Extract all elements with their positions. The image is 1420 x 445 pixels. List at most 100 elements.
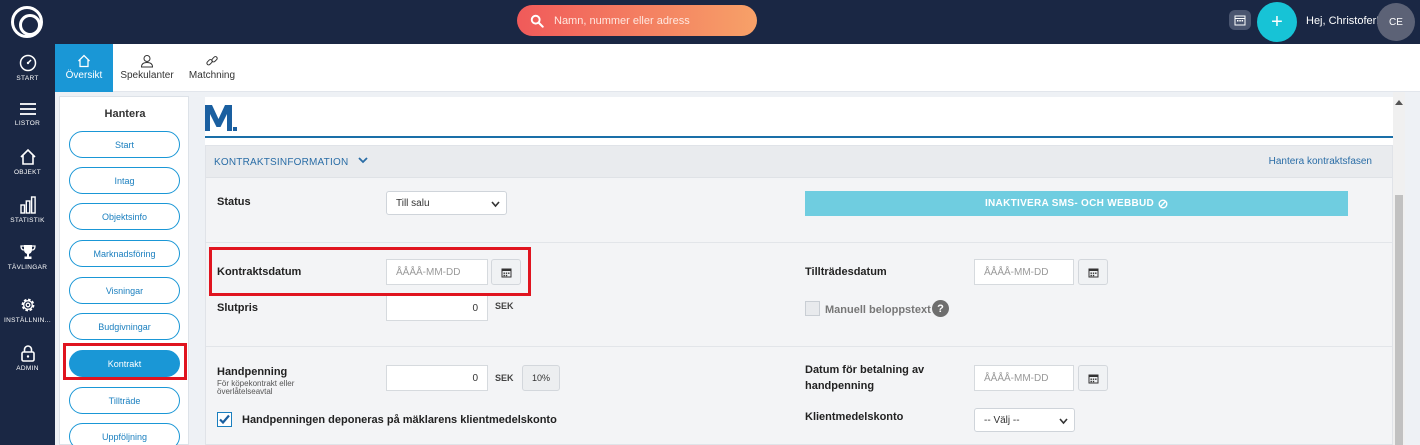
section-header[interactable]: KONTRAKTSINFORMATION Hantera kontraktsfa… xyxy=(206,146,1392,178)
manage-item-start[interactable]: Start xyxy=(69,131,180,158)
nav-label: INSTÄLLNIN... xyxy=(4,317,51,324)
manuell-beloppstext-label: Manuell beloppstext xyxy=(825,304,931,316)
help-icon[interactable]: ? xyxy=(932,300,949,317)
handpenning-value: 0 xyxy=(472,372,478,384)
search-box[interactable] xyxy=(517,5,757,36)
datum-betalning-label-2: handpenning xyxy=(805,380,875,392)
datum-betalning-input[interactable]: ÅÅÅÅ-MM-DD xyxy=(974,365,1074,391)
currency-label: SEK xyxy=(495,301,514,311)
row-divider xyxy=(206,242,1392,243)
brand-divider xyxy=(205,136,1393,138)
tab-bar: Översikt Spekulanter Matchning xyxy=(55,44,1420,92)
brand-logo xyxy=(205,105,237,131)
nav-label: TÄVLINGAR xyxy=(7,264,48,271)
klientmedelskonto-value: -- Välj -- xyxy=(984,414,1020,426)
manage-title: Hantera xyxy=(104,108,146,120)
chevron-down-icon xyxy=(491,201,500,208)
manage-item-intag[interactable]: Intag xyxy=(69,167,180,194)
nav-item-objekt[interactable]: OBJEKT xyxy=(0,148,55,176)
currency-label: SEK xyxy=(495,373,514,383)
nav-label: LISTOR xyxy=(14,120,41,127)
manage-item-marknadsforing[interactable]: Marknadsföring xyxy=(69,240,180,267)
manage-item-objektsinfo[interactable]: Objektsinfo xyxy=(69,203,180,230)
calendar-icon xyxy=(1088,374,1098,383)
klientmedelskonto-select[interactable]: -- Välj -- xyxy=(974,408,1075,432)
gear-icon xyxy=(21,298,34,312)
tab-oversikt[interactable]: Översikt xyxy=(55,44,113,92)
nav-item-tavlingar[interactable]: TÄVLINGAR xyxy=(0,243,55,271)
manage-panel: Hantera Start Intag Objektsinfo Marknads… xyxy=(59,96,189,445)
list-icon xyxy=(19,103,36,115)
highlight-box-kontraktsdatum xyxy=(209,247,531,296)
nav-item-installningar[interactable]: INSTÄLLNIN... xyxy=(0,296,55,324)
nav-item-listor[interactable]: LISTOR xyxy=(0,101,55,127)
top-bar: + Hej, Christofer! CE xyxy=(0,0,1420,44)
manage-item-visningar[interactable]: Visningar xyxy=(69,277,180,304)
tilltradesdatum-label: Tillträdesdatum xyxy=(805,266,887,278)
calendar-icon[interactable] xyxy=(1229,10,1251,30)
row-divider xyxy=(206,346,1392,347)
tab-label: Översikt xyxy=(65,70,103,81)
section-title: KONTRAKTSINFORMATION xyxy=(214,157,349,168)
app-logo[interactable] xyxy=(11,6,43,38)
tab-spekulanter[interactable]: Spekulanter xyxy=(114,44,180,92)
datum-betalning-label-1: Datum för betalning av xyxy=(805,364,925,376)
tab-label: Matchning xyxy=(188,70,236,81)
nav-item-statistik[interactable]: STATISTIK xyxy=(0,196,55,224)
lock-icon xyxy=(20,345,35,362)
left-nav: START LISTOR OBJEKT STATISTIK TÄVLINGAR … xyxy=(0,44,55,445)
chevron-down-icon xyxy=(1059,418,1068,425)
tilltradesdatum-input[interactable]: ÅÅÅÅ-MM-DD xyxy=(974,259,1074,285)
status-select[interactable]: Till salu xyxy=(386,191,507,215)
manuell-beloppstext-checkbox[interactable] xyxy=(805,301,820,316)
home-icon xyxy=(19,148,36,165)
bar-chart-icon xyxy=(19,196,36,214)
avatar[interactable]: CE xyxy=(1377,3,1415,41)
speedometer-icon xyxy=(19,54,36,72)
manage-item-uppfoljning[interactable]: Uppföljning xyxy=(69,423,180,445)
chevron-down-icon[interactable] xyxy=(357,154,369,166)
tab-matchning[interactable]: Matchning xyxy=(183,44,241,92)
slutpris-label: Slutpris xyxy=(217,302,258,314)
highlight-box-kontrakt xyxy=(63,343,187,380)
ban-icon xyxy=(1158,199,1168,208)
slutpris-input[interactable]: 0 xyxy=(386,295,488,321)
scroll-up-arrow-icon[interactable] xyxy=(1395,99,1403,105)
manage-item-budgivningar[interactable]: Budgivningar xyxy=(69,313,180,340)
manage-contract-phase-link[interactable]: Hantera kontraktsfasen xyxy=(1269,156,1372,167)
nav-label: STATISTIK xyxy=(10,217,45,224)
status-label: Status xyxy=(217,196,251,208)
scrollbar-thumb[interactable] xyxy=(1395,195,1403,445)
manage-item-tilltrade[interactable]: Tillträde xyxy=(69,387,180,414)
klientmedelskonto-label: Klientmedelskonto xyxy=(805,411,904,423)
datum-betalning-calendar-button[interactable] xyxy=(1078,365,1108,391)
inactivate-label: INAKTIVERA SMS- OCH WEBBUD xyxy=(984,198,1155,209)
slutpris-value: 0 xyxy=(472,302,478,314)
link-icon xyxy=(206,56,218,66)
handpenning-input[interactable]: 0 xyxy=(386,365,488,391)
home-icon xyxy=(78,54,90,68)
nav-item-start[interactable]: START xyxy=(0,54,55,82)
nav-label: OBJEKT xyxy=(13,169,42,176)
handpenning-sublabel-2: överlåtelseavtal xyxy=(217,387,273,396)
ten-percent-button[interactable]: 10% xyxy=(522,365,560,391)
calendar-icon xyxy=(1088,268,1098,277)
handpenning-label: Handpenning xyxy=(217,366,288,378)
nav-label: ADMIN xyxy=(16,365,39,372)
user-icon xyxy=(140,55,154,68)
inactivate-sms-webbud-button[interactable]: INAKTIVERA SMS- OCH WEBBUD xyxy=(805,191,1348,216)
search-icon xyxy=(530,14,544,28)
deponeras-checkbox[interactable] xyxy=(217,412,232,427)
tilltradesdatum-calendar-button[interactable] xyxy=(1078,259,1108,285)
nav-item-admin[interactable]: ADMIN xyxy=(0,344,55,372)
tab-label: Spekulanter xyxy=(120,70,174,81)
checkmark-icon xyxy=(219,414,230,425)
nav-label: START xyxy=(16,75,39,82)
date-placeholder: ÅÅÅÅ-MM-DD xyxy=(984,372,1049,384)
deponeras-label: Handpenningen deponeras på mäklarens kli… xyxy=(242,414,557,426)
date-placeholder: ÅÅÅÅ-MM-DD xyxy=(984,266,1049,278)
search-input[interactable] xyxy=(554,14,744,27)
user-greeting: Hej, Christofer! xyxy=(1306,15,1380,27)
trophy-icon xyxy=(19,245,36,259)
add-button[interactable]: + xyxy=(1257,2,1297,42)
